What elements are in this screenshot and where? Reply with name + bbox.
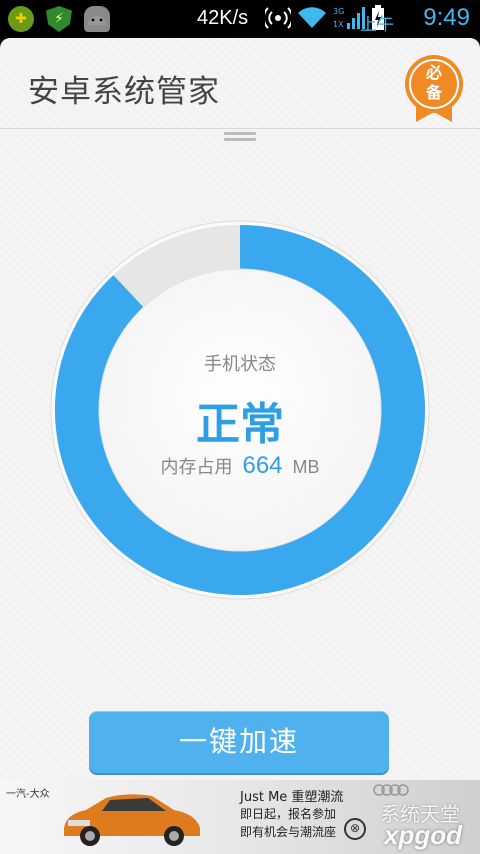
status-gauge: 手机状态 正常 内存占用 664 MB — [50, 220, 430, 600]
drag-handle[interactable] — [224, 132, 256, 144]
ad-line-2: 即日起，报名参加 — [240, 807, 337, 821]
notification-icons: ✚ ⚡ — [8, 6, 110, 32]
shield-app-icon: ⚡ — [46, 6, 72, 32]
gauge-center: 手机状态 正常 内存占用 664 MB — [50, 220, 430, 600]
header: 安卓系统管家 必备 — [0, 38, 480, 129]
signal-label-bottom: 1X — [333, 20, 344, 29]
ad-brand-left: 一汽-大众 — [6, 789, 50, 800]
watermark-en: xpgod — [384, 820, 462, 850]
android-icon — [84, 6, 110, 32]
must-have-badge: 必备 — [404, 54, 464, 122]
memory-unit: MB — [292, 457, 320, 477]
memory-label: 内存占用 — [160, 457, 233, 478]
main-card: 安卓系统管家 必备 手机状态 正常 内存占用 664 MB 一键加速 — [0, 38, 480, 854]
ad-close-icon[interactable]: ⊗ — [344, 818, 366, 840]
hotspot-icon — [265, 7, 291, 29]
ad-headline: Just Me 重塑潮流 — [240, 790, 344, 805]
plus-app-icon: ✚ — [8, 6, 34, 32]
status-bar: ✚ ⚡ 42K/s 3G 1X 上午 9:49 — [0, 0, 480, 38]
clock: 9:49 — [423, 4, 470, 31]
net-speed: 42K/s — [197, 7, 249, 29]
memory-value: 664 — [242, 452, 283, 479]
app-title: 安卓系统管家 — [28, 74, 220, 110]
signal-label-top: 3G — [333, 7, 344, 16]
memory-usage: 内存占用 664 MB — [50, 452, 430, 480]
ampm-label: 上午 — [360, 15, 394, 35]
badge-label: 必备 — [425, 63, 442, 102]
wifi-icon — [298, 7, 326, 28]
ad-line-3: 即有机会与潮流座 — [240, 825, 337, 839]
phone-status-label: 手机状态 — [204, 354, 276, 375]
phone-status-value: 正常 — [196, 399, 284, 450]
one-tap-accelerate-button[interactable]: 一键加速 — [89, 711, 389, 773]
ad-banner[interactable]: 一汽-大众 Just Me 重塑潮流 即日起，报名参加 即有机会与潮流座 ⊗ 系… — [0, 780, 480, 854]
car-image — [64, 794, 200, 846]
